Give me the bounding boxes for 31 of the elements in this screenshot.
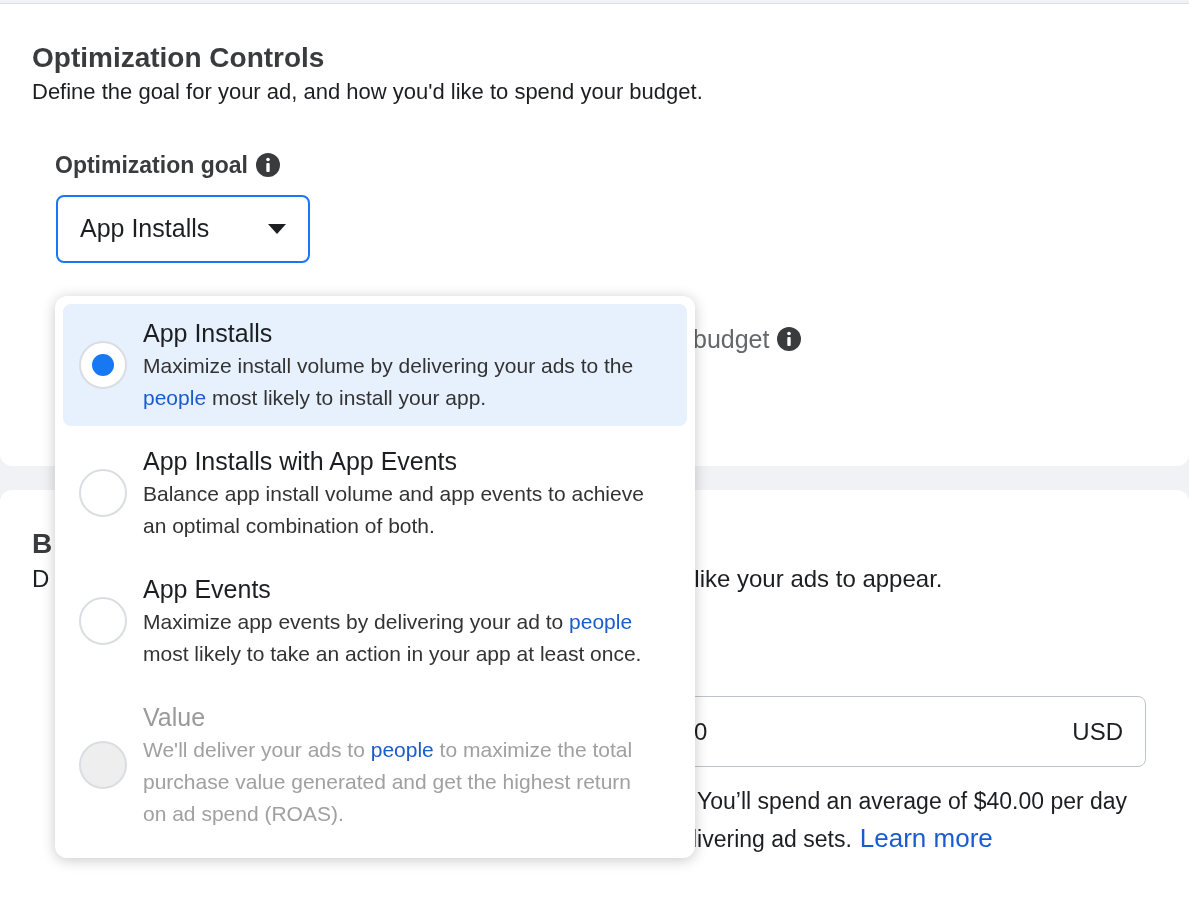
option-title: App Installs xyxy=(143,318,274,349)
people-link[interactable]: people xyxy=(143,386,207,409)
currency-label: USD xyxy=(1072,716,1123,747)
budget-label: budget xyxy=(693,323,770,355)
option-title: Value xyxy=(143,702,207,733)
radio-button[interactable] xyxy=(79,341,127,389)
option-title: App Installs with App Events xyxy=(143,446,459,477)
section-description: D xyxy=(32,564,50,594)
goal-option[interactable]: App Installs Maximize install volume by delivering your ads to the people most likely to install your app. xyxy=(63,304,687,426)
info-icon[interactable] xyxy=(777,327,802,352)
radio-button[interactable] xyxy=(79,469,127,517)
section-title: Optimization Controls xyxy=(32,41,326,75)
people-link[interactable]: people xyxy=(569,610,633,633)
section-description: like your ads to appear. xyxy=(694,564,943,594)
option-title: App Events xyxy=(143,574,272,605)
radio-button[interactable] xyxy=(79,597,127,645)
section-description: Define the goal for your ad, and how you'd like to spend your budget. xyxy=(32,78,704,106)
goal-select[interactable]: App Installs xyxy=(56,194,310,263)
goal-option[interactable]: App Events Maximize app events by delivering your ad to people most likely to take an action in your app at least once. xyxy=(63,560,687,682)
budget-note: livering ad sets. xyxy=(692,825,852,854)
budget-note: You’ll spend an average of $40.00 per day xyxy=(697,787,1129,816)
field-label: Optimization goal xyxy=(55,151,248,180)
option-description: Maximize install volume by delivering your ads to the people most likely to install your app. xyxy=(143,353,635,411)
amount-value: 0 xyxy=(694,716,708,747)
option-description: Balance app install volume and app events to achieve an optimal combination of both. xyxy=(143,481,645,539)
caret-icon xyxy=(268,223,286,234)
goal-option[interactable]: App Installs with App Events Balance app install volume and app events to achieve an optimal combination of both. xyxy=(63,432,687,554)
learn-more-link[interactable]: Learn more xyxy=(859,819,993,858)
option-description: Maximize app events by delivering your ad to people most likely to take an action in your app at least once. xyxy=(143,609,643,667)
info-icon[interactable] xyxy=(255,153,280,178)
section-title: B xyxy=(32,527,53,561)
